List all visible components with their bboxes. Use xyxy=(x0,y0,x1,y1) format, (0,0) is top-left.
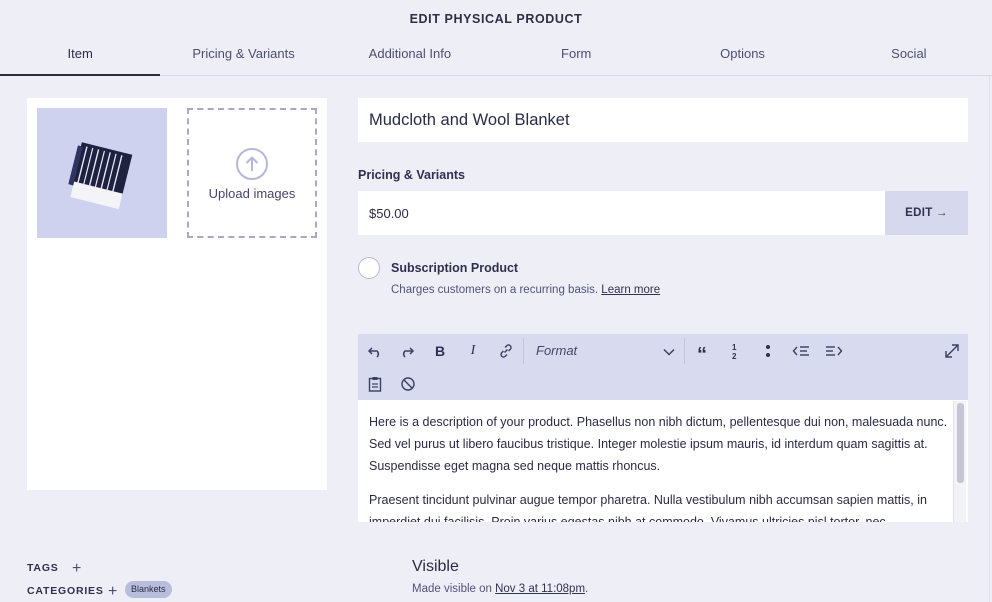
learn-more-link[interactable]: Learn more xyxy=(601,284,660,296)
tab-pricing-variants[interactable]: Pricing & Variants xyxy=(160,44,326,76)
blanket-product-photo-icon xyxy=(37,108,167,238)
numbered-list-icon[interactable]: 12 xyxy=(722,338,748,364)
format-dropdown-label: Format xyxy=(536,343,578,358)
visibility-title: Visible xyxy=(412,558,459,575)
categories-label: CATEGORIES xyxy=(27,585,104,597)
media-panel: Upload images xyxy=(27,98,327,490)
pricing-section-label: Pricing & Variants xyxy=(358,168,465,182)
tab-additional-info[interactable]: Additional Info xyxy=(327,44,493,76)
redo-icon[interactable] xyxy=(394,338,420,364)
editor-toolbar: B I Format “ 12 xyxy=(358,334,968,400)
description-editor[interactable]: Here is a description of your product. P… xyxy=(358,400,968,522)
toolbar-divider xyxy=(684,338,685,364)
upload-images-dropzone[interactable]: Upload images xyxy=(187,108,317,238)
editor-scrollbar[interactable] xyxy=(953,401,966,522)
format-dropdown[interactable]: Format xyxy=(536,343,678,361)
paste-icon[interactable] xyxy=(362,371,388,397)
subscription-product-title: Subscription Product xyxy=(391,261,519,275)
subscription-product-desc: Charges customers on a recurring basis. … xyxy=(391,284,660,296)
tab-form[interactable]: Form xyxy=(493,44,659,76)
upload-arrow-icon xyxy=(236,148,268,180)
clear-format-icon[interactable] xyxy=(395,371,421,397)
page-scroll-edge xyxy=(989,76,990,602)
page-title: EDIT PHYSICAL PRODUCT xyxy=(409,12,583,26)
subscription-product-toggle[interactable] xyxy=(358,257,380,279)
edit-pricing-button[interactable]: EDIT → xyxy=(885,191,968,235)
blockquote-icon[interactable]: “ xyxy=(689,338,715,365)
bullet-list-icon[interactable] xyxy=(755,338,781,364)
tab-bar: Item Pricing & Variants Additional Info … xyxy=(0,44,992,76)
indent-icon[interactable] xyxy=(821,338,847,364)
italic-icon[interactable]: I xyxy=(460,338,486,364)
product-thumbnail[interactable] xyxy=(37,108,167,238)
product-name-input[interactable] xyxy=(358,98,968,142)
category-chip[interactable]: Blankets xyxy=(125,581,172,598)
add-category-button[interactable]: + xyxy=(108,584,117,600)
outdent-icon[interactable] xyxy=(788,338,814,364)
tab-item[interactable]: Item xyxy=(0,44,161,76)
price-display[interactable]: $50.00 xyxy=(358,191,885,235)
editor-scrollbar-thumb[interactable] xyxy=(957,403,964,483)
description-paragraph[interactable]: Here is a description of your product. P… xyxy=(358,411,968,477)
visibility-desc-prefix: Made visible on xyxy=(412,583,496,595)
subscription-desc-text: Charges customers on a recurring basis. xyxy=(391,284,599,296)
undo-icon[interactable] xyxy=(362,338,388,364)
link-icon[interactable] xyxy=(493,338,519,364)
visibility-date-link[interactable]: Nov 3 at 11:08pm xyxy=(495,583,585,595)
chevron-down-icon xyxy=(663,348,675,356)
toolbar-divider xyxy=(523,338,524,364)
visibility-desc: Made visible on Nov 3 at 11:08pm. xyxy=(412,583,588,595)
bold-icon[interactable]: B xyxy=(427,338,453,364)
fullscreen-icon[interactable] xyxy=(939,338,965,364)
svg-text:2: 2 xyxy=(732,352,737,360)
add-tag-button[interactable]: + xyxy=(72,561,81,577)
visibility-desc-suffix: . xyxy=(585,583,589,595)
page-header: EDIT PHYSICAL PRODUCT Item Pricing & Var… xyxy=(0,0,992,76)
tab-social[interactable]: Social xyxy=(826,44,992,76)
svg-text:1: 1 xyxy=(732,343,737,352)
upload-images-label: Upload images xyxy=(208,186,296,201)
description-paragraph[interactable]: Praesent tincidunt pulvinar augue tempor… xyxy=(358,489,968,522)
tab-options[interactable]: Options xyxy=(659,44,825,76)
tags-label: TAGS xyxy=(27,562,59,574)
